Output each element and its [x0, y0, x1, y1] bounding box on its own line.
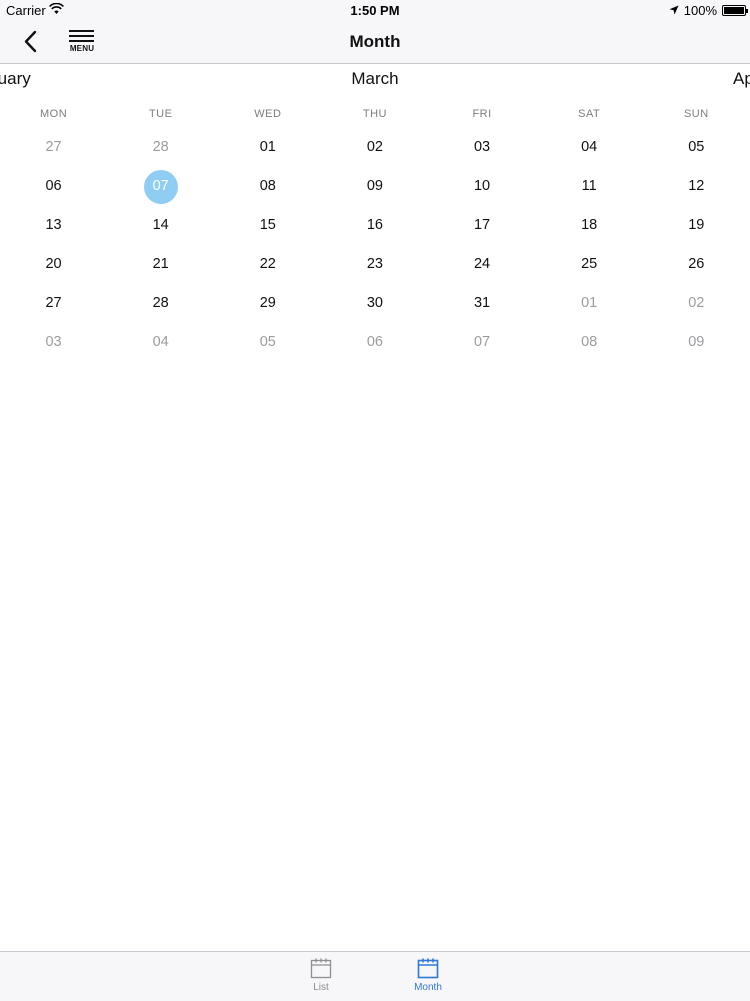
calendar-day[interactable]: 14: [107, 206, 214, 245]
calendar-week: 06 07 08 09 10 11 12: [0, 167, 750, 206]
calendar-day[interactable]: 09: [321, 167, 428, 206]
calendar-day[interactable]: 08: [214, 167, 321, 206]
weekday-label: TUE: [148, 108, 173, 120]
calendar-day-outside-month[interactable]: 28: [107, 128, 214, 167]
calendar-day[interactable]: 06: [0, 167, 107, 206]
calendar-day[interactable]: 21: [107, 245, 214, 284]
calendar-week: 27 28 29 30 31 01 02: [0, 284, 750, 323]
calendar-day[interactable]: 31: [429, 284, 536, 323]
battery-percent: 100%: [683, 3, 717, 18]
calendar-day-outside-month[interactable]: 27: [0, 128, 107, 167]
calendar-day[interactable]: 04: [536, 128, 643, 167]
calendar-week: 20 21 22 23 24 25 26: [0, 245, 750, 284]
calendar-day[interactable]: 20: [0, 245, 107, 284]
calendar-day[interactable]: 12: [643, 167, 750, 206]
calendar-day-outside-month[interactable]: 04: [107, 323, 214, 362]
weekday-label: WED: [254, 108, 282, 120]
tab-list[interactable]: List: [291, 956, 351, 993]
calendar-day[interactable]: 01: [214, 128, 321, 167]
weekday-label: THU: [362, 108, 387, 120]
calendar-day[interactable]: 24: [429, 245, 536, 284]
calendar-day[interactable]: 02: [321, 128, 428, 167]
calendar-day[interactable]: 15: [214, 206, 321, 245]
calendar-day[interactable]: 25: [536, 245, 643, 284]
calendar-day[interactable]: 19: [643, 206, 750, 245]
calendar-day[interactable]: 27: [0, 284, 107, 323]
calendar-day-outside-month[interactable]: 02: [643, 284, 750, 323]
battery-icon: [722, 5, 748, 16]
calendar-day[interactable]: 29: [214, 284, 321, 323]
calendar-list-icon: [310, 958, 332, 979]
weekday-label: SUN: [683, 108, 709, 120]
current-month-label: March: [351, 69, 399, 88]
calendar-day[interactable]: 10: [429, 167, 536, 206]
calendar-day-outside-month[interactable]: 05: [214, 323, 321, 362]
calendar-week: 13 14 15 16 17 18 19: [0, 206, 750, 245]
calendar-day[interactable]: 16: [321, 206, 428, 245]
navigation-bar: MENU Month: [0, 22, 750, 64]
calendar-day[interactable]: 03: [429, 128, 536, 167]
weekday-label: SAT: [578, 108, 601, 120]
weekday-header: MON TUE WED THU FRI SAT SUN: [0, 100, 750, 128]
calendar-day[interactable]: 11: [536, 167, 643, 206]
calendar-day-outside-month[interactable]: 08: [536, 323, 643, 362]
calendar-day-outside-month[interactable]: 03: [0, 323, 107, 362]
weekday-label: MON: [39, 108, 68, 120]
calendar-month-icon: [417, 958, 439, 979]
calendar-day[interactable]: 22: [214, 245, 321, 284]
calendar-day[interactable]: 17: [429, 206, 536, 245]
calendar-day-outside-month[interactable]: 07: [429, 323, 536, 362]
month-calendar: MON TUE WED THU FRI SAT SUN 27 28 01 02 …: [0, 100, 750, 362]
calendar-day[interactable]: 23: [321, 245, 428, 284]
calendar-day-outside-month[interactable]: 06: [321, 323, 428, 362]
status-bar: Carrier 1:50 PM 100%: [0, 0, 750, 22]
calendar-day-outside-month[interactable]: 01: [536, 284, 643, 323]
calendar-week: 27 28 01 02 03 04 05: [0, 128, 750, 167]
calendar-day[interactable]: 13: [0, 206, 107, 245]
tab-month-label: Month: [414, 982, 442, 993]
calendar-day[interactable]: 28: [107, 284, 214, 323]
calendar-day-selected[interactable]: 07: [107, 167, 214, 206]
month-strip[interactable]: ruary March Ap: [0, 66, 750, 94]
calendar-day-outside-month[interactable]: 09: [643, 323, 750, 362]
tab-list-label: List: [313, 982, 329, 993]
tab-bar: List Month: [0, 951, 750, 1001]
calendar-week: 03 04 05 06 07 08 09: [0, 323, 750, 362]
location-arrow-icon: [669, 3, 679, 18]
calendar-day[interactable]: 30: [321, 284, 428, 323]
calendar-day[interactable]: 18: [536, 206, 643, 245]
weekday-label: FRI: [472, 108, 492, 120]
calendar-day[interactable]: 05: [643, 128, 750, 167]
calendar-day[interactable]: 26: [643, 245, 750, 284]
page-title: Month: [349, 32, 401, 51]
status-time: 1:50 PM: [350, 3, 400, 18]
status-right: 100%: [669, 3, 748, 18]
tab-month[interactable]: Month: [398, 956, 458, 993]
next-month-label[interactable]: Ap: [733, 69, 750, 89]
